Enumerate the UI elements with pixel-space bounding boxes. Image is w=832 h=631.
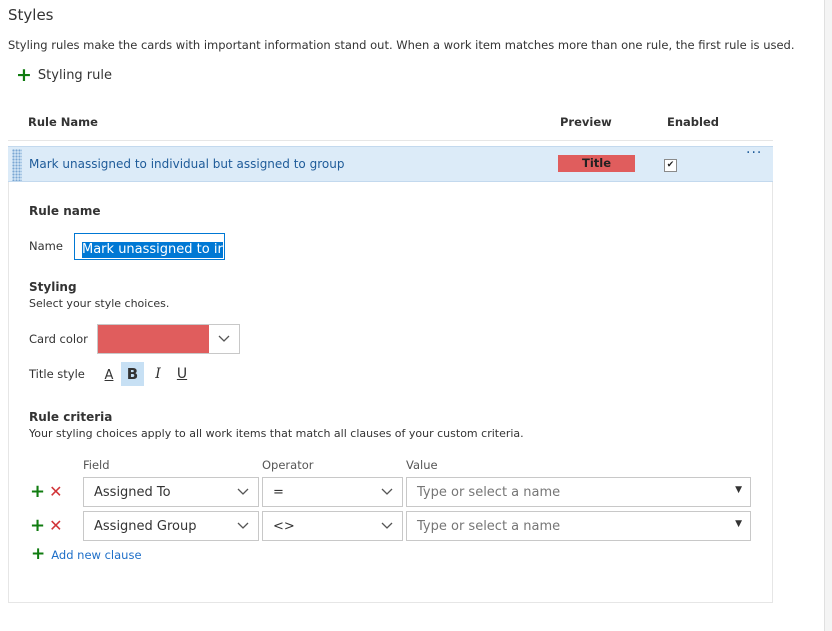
clause-value-input[interactable]: Type or select a name ▼	[406, 477, 751, 507]
font-color-button[interactable]: A	[100, 364, 118, 386]
rule-row-name[interactable]: Mark unassigned to individual but assign…	[29, 157, 344, 171]
plus-icon: +	[31, 544, 46, 564]
styling-description: Select your style choices.	[29, 297, 170, 310]
clause-header-operator: Operator	[262, 458, 314, 472]
card-color-swatch[interactable]	[98, 325, 209, 353]
remove-clause-icon[interactable]: ✕	[49, 484, 62, 500]
clause-row-actions: + ✕	[30, 517, 63, 535]
card-color-picker[interactable]	[97, 324, 240, 354]
section-description: Styling rules make the cards with import…	[8, 38, 795, 52]
card-color-label: Card color	[29, 332, 88, 346]
chevron-down-icon	[236, 518, 250, 535]
caret-down-icon: ▼	[735, 519, 742, 529]
clause-value-placeholder: Type or select a name	[417, 518, 561, 534]
clause-row-actions: + ✕	[30, 483, 63, 501]
chevron-down-icon	[380, 484, 394, 501]
clause-operator-value: =	[273, 484, 284, 500]
clause-operator-dropdown[interactable]: =	[262, 477, 403, 507]
clause-field-value: Assigned Group	[94, 518, 197, 534]
add-clause-icon[interactable]: +	[30, 517, 45, 535]
clause-field-value: Assigned To	[94, 484, 171, 500]
plus-icon: +	[16, 64, 32, 86]
caret-down-icon: ▼	[735, 485, 742, 495]
add-new-clause-link[interactable]: + Add new clause	[31, 546, 142, 563]
drag-handle-icon[interactable]	[12, 149, 22, 181]
section-title: Styles	[8, 6, 54, 24]
underline-button[interactable]: U	[172, 362, 192, 386]
add-new-clause-label: Add new clause	[51, 547, 142, 562]
clause-field-dropdown[interactable]: Assigned To	[83, 477, 259, 507]
remove-clause-icon[interactable]: ✕	[49, 518, 62, 534]
clause-field-dropdown[interactable]: Assigned Group	[83, 511, 259, 541]
rule-name-input-value: Mark unassigned to ir	[82, 242, 223, 258]
add-styling-rule-button[interactable]: + Styling rule	[16, 66, 112, 85]
styling-heading: Styling	[29, 280, 77, 294]
clause-operator-dropdown[interactable]: <>	[262, 511, 403, 541]
rule-criteria-heading: Rule criteria	[29, 410, 113, 424]
add-styling-rule-label: Styling rule	[37, 68, 113, 83]
clause-value-input[interactable]: Type or select a name ▼	[406, 511, 751, 541]
italic-button[interactable]: I	[148, 362, 168, 386]
chevron-down-icon[interactable]	[209, 325, 239, 353]
rule-row[interactable]: Mark unassigned to individual but assign…	[8, 145, 773, 182]
add-clause-icon[interactable]: +	[30, 483, 45, 501]
clause-operator-value: <>	[273, 518, 295, 534]
vertical-scrollbar[interactable]	[824, 0, 832, 631]
rule-criteria-description: Your styling choices apply to all work i…	[29, 427, 524, 440]
more-options-icon[interactable]: ···	[746, 145, 762, 161]
rule-name-heading: Rule name	[29, 204, 101, 218]
column-header-rule-name: Rule Name	[28, 115, 98, 129]
rule-preview-swatch: Title	[558, 155, 635, 172]
chevron-down-icon	[236, 484, 250, 501]
clause-value-placeholder: Type or select a name	[417, 484, 561, 500]
name-label: Name	[29, 239, 63, 253]
rule-name-input[interactable]: Mark unassigned to ir	[74, 233, 225, 260]
column-header-preview: Preview	[560, 115, 612, 129]
chevron-down-icon	[380, 518, 394, 535]
bold-button[interactable]: B	[121, 362, 144, 386]
clause-header-field: Field	[83, 458, 110, 472]
title-style-label: Title style	[29, 367, 85, 381]
column-header-enabled: Enabled	[667, 115, 720, 129]
clause-header-value: Value	[406, 458, 438, 472]
rule-enabled-checkbox[interactable]: ✔	[664, 159, 677, 172]
header-divider	[8, 140, 773, 141]
